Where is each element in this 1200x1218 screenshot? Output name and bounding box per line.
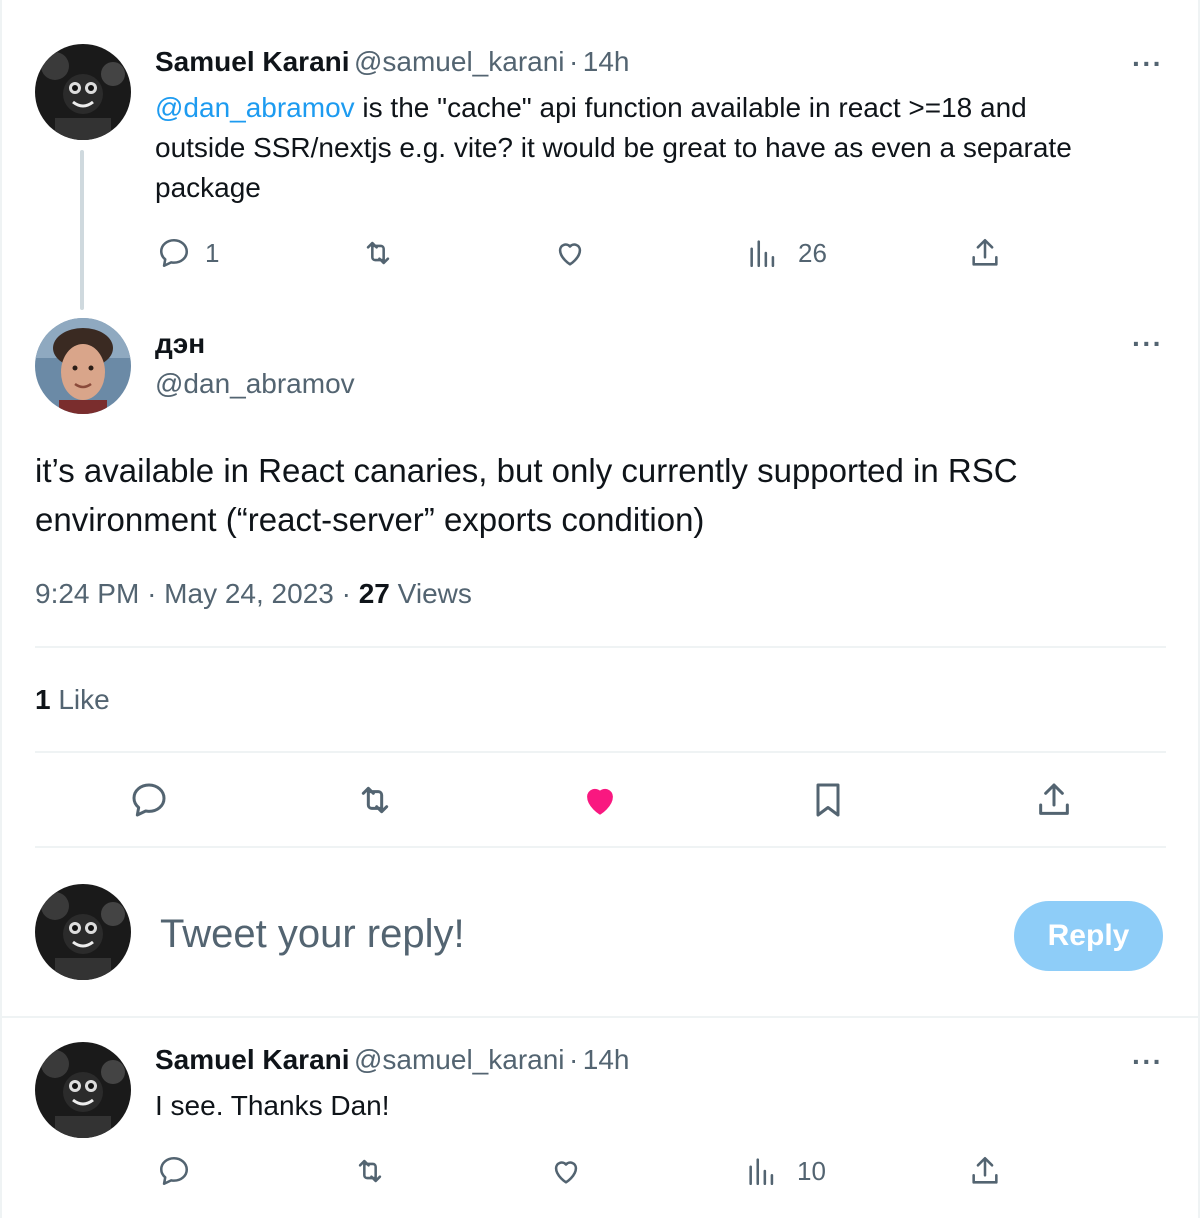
retweet-icon (352, 1154, 388, 1188)
reply-icon (157, 1154, 191, 1188)
avatar-samuel[interactable] (35, 1042, 131, 1138)
retweet-action[interactable] (352, 1154, 388, 1188)
retweet-action[interactable] (360, 236, 396, 270)
main-tweet-text: it’s available in React canaries, but on… (35, 446, 1165, 544)
like-icon (553, 236, 587, 270)
share-button[interactable] (1034, 780, 1074, 825)
bookmark-button[interactable] (808, 780, 848, 825)
separator: · (341, 578, 351, 609)
reply-icon (129, 783, 169, 824)
like-action[interactable] (549, 1154, 583, 1188)
like-icon-filled (580, 788, 620, 824)
divider (35, 846, 1166, 848)
avatar-samuel[interactable] (35, 44, 131, 140)
reply-input[interactable]: Tweet your reply! (160, 912, 465, 957)
more-icon[interactable]: ··· (1132, 50, 1163, 78)
tweet3-text: I see. Thanks Dan! (155, 1090, 390, 1121)
share-icon (968, 236, 1002, 270)
tweet1-line3: package (155, 172, 261, 203)
more-icon[interactable]: ··· (1132, 330, 1163, 358)
tweet1-header: Samuel Karani @samuel_karani · 14h (155, 46, 629, 78)
reply-action[interactable] (157, 1154, 191, 1188)
reply-button[interactable] (129, 780, 169, 825)
avatar-current-user (35, 884, 131, 980)
author-name[interactable]: Samuel Karani (155, 1044, 350, 1075)
bookmark-icon (808, 783, 848, 824)
main-tweet-line2: environment (“react-server” exports cond… (35, 501, 705, 538)
views-count: 10 (797, 1155, 826, 1186)
tweet-time[interactable]: 9:24 PM (35, 578, 139, 609)
author-name[interactable]: Samuel Karani (155, 46, 350, 77)
timestamp[interactable]: 14h (583, 46, 630, 77)
divider (0, 1016, 1200, 1018)
separator: · (568, 1044, 579, 1075)
views-action[interactable]: 26 (746, 236, 827, 270)
views-count: 26 (798, 237, 827, 268)
views-icon (745, 1154, 779, 1188)
timestamp[interactable]: 14h (583, 1044, 630, 1075)
author-handle[interactable]: @samuel_karani (354, 1044, 565, 1075)
retweet-icon (360, 236, 396, 270)
tweet1-text: @dan_abramov is the "cache" api function… (155, 88, 1175, 208)
reply-submit-button[interactable]: Reply (1014, 901, 1163, 971)
author-handle[interactable]: @dan_abramov (155, 368, 355, 400)
share-icon (968, 1154, 1002, 1188)
share-icon (1034, 783, 1074, 824)
share-action[interactable] (968, 1154, 1002, 1188)
thread-connector (80, 150, 84, 310)
share-action[interactable] (968, 236, 1002, 270)
divider (35, 646, 1166, 648)
tweet-date[interactable]: May 24, 2023 (164, 578, 334, 609)
views-action[interactable]: 10 (745, 1154, 826, 1188)
retweet-icon (354, 786, 396, 824)
mention-link[interactable]: @dan_abramov (155, 92, 355, 123)
views-icon (746, 236, 780, 270)
author-name[interactable]: дэн (155, 328, 205, 360)
views-label: Views (397, 578, 472, 609)
main-tweet-line1: it’s available in React canaries, but on… (35, 452, 1018, 489)
separator: · (147, 578, 157, 609)
more-icon[interactable]: ··· (1132, 1048, 1163, 1076)
author-handle[interactable]: @samuel_karani (354, 46, 565, 77)
views-count: 27 (358, 578, 390, 609)
separator: · (568, 46, 579, 77)
reply-action[interactable]: 1 (157, 236, 219, 270)
reply-icon (157, 236, 191, 270)
tweet3-header: Samuel Karani @samuel_karani · 14h (155, 1044, 629, 1076)
like-action[interactable] (553, 236, 587, 270)
tweet1-line1: is the "cache" api function available in… (354, 92, 1027, 123)
likes-summary[interactable]: 1 Like (35, 684, 110, 716)
tweet1-line2: outside SSR/nextjs e.g. vite? it would b… (155, 132, 1072, 163)
likes-label: Like (58, 684, 110, 715)
retweet-button[interactable] (354, 780, 396, 825)
like-icon (549, 1154, 583, 1188)
reply-count: 1 (205, 237, 220, 268)
divider (35, 751, 1166, 753)
avatar-dan[interactable] (35, 318, 131, 414)
like-button[interactable] (580, 780, 620, 825)
tweet-meta: 9:24 PM · May 24, 2023 · 27 Views (35, 578, 472, 610)
likes-count: 1 (35, 684, 51, 715)
